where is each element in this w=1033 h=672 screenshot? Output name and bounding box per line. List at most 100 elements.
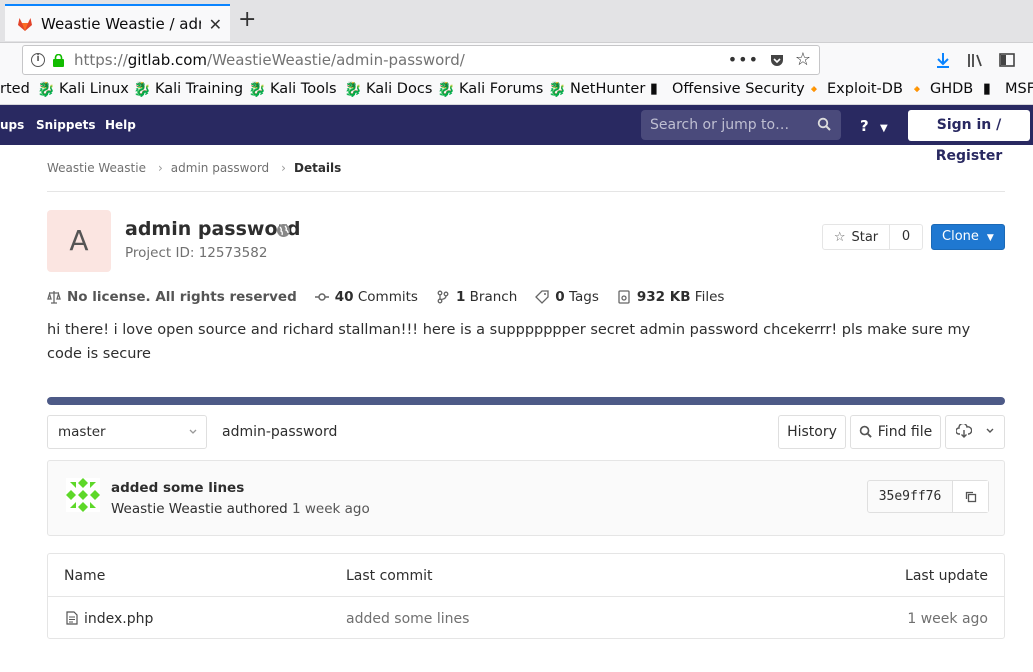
nav-item-help[interactable]: Help <box>105 118 136 132</box>
breadcrumb-item[interactable]: Weastie Weastie <box>47 161 146 175</box>
sidebar-icon[interactable] <box>998 51 1016 69</box>
bookmark-item[interactable]: ▮ MSF <box>983 81 1033 97</box>
star-button[interactable]: ☆ Star 0 <box>822 224 923 250</box>
bookmark-item[interactable]: 🔸 GHDB <box>908 81 973 98</box>
author-avatar[interactable] <box>66 478 100 512</box>
commit-sha[interactable]: 35e9ff76 <box>868 481 953 512</box>
file-name-cell[interactable]: index.php <box>66 611 153 627</box>
bookmark-label: Kali Training <box>155 81 244 97</box>
file-name: index.php <box>84 611 154 627</box>
commit-sha-group: 35e9ff76 <box>867 480 989 513</box>
find-file-label: Find file <box>877 424 933 440</box>
lock-icon[interactable] <box>53 53 64 67</box>
tags-stat[interactable]: 0 Tags <box>535 289 599 305</box>
project-title: admin password <box>125 218 301 240</box>
url-text[interactable]: https://gitlab.com/WeastieWeastie/admin-… <box>74 51 465 69</box>
bookmark-label: NetHunter <box>570 81 646 97</box>
bookmark-label: Kali Docs <box>366 81 433 97</box>
commit-author[interactable]: Weastie Weastie <box>111 501 222 517</box>
column-header-last-update: Last update <box>905 568 988 584</box>
commits-stat[interactable]: 40 Commits <box>314 289 418 305</box>
chevron-down-icon <box>986 428 994 433</box>
browser-tab[interactable]: Weastie Weastie / admin-password ✕ <box>5 4 230 41</box>
kali-dragon-icon: 🐉 <box>548 82 567 98</box>
download-icon[interactable] <box>934 51 952 69</box>
close-tab-icon[interactable]: ✕ <box>209 15 222 34</box>
bookmark-star-icon[interactable]: ☆ <box>795 49 811 70</box>
page-actions-icon[interactable]: ••• <box>728 50 759 69</box>
bookmark-item[interactable]: 🐉 Kali Docs <box>344 81 433 98</box>
files-label: Files <box>694 289 725 305</box>
sign-in-button[interactable]: Sign in / Register <box>908 110 1030 164</box>
chevron-down-icon: ▼ <box>986 233 994 243</box>
commit-icon <box>314 293 329 301</box>
file-last-commit[interactable]: added some lines <box>346 611 469 627</box>
bookmark-item[interactable]: 🔸 Exploit-DB <box>805 81 903 98</box>
bookmark-label: Kali Forums <box>459 81 544 97</box>
files-size: 932 KB <box>636 289 691 305</box>
clone-label: Clone <box>942 229 979 244</box>
bookmark-item[interactable]: 🐉 Kali Tools <box>248 81 337 98</box>
project-stats: No license. All rights reserved 40 Commi… <box>47 289 742 305</box>
search-input[interactable]: Search or jump to… <box>641 110 841 140</box>
exploit-db-icon: 🔸 <box>805 82 824 98</box>
breadcrumb-separator: › <box>157 161 163 175</box>
branch-stat[interactable]: 1 Branch <box>436 289 517 305</box>
bookmark-item[interactable]: ▮ Offensive Security <box>650 81 805 97</box>
star-toggle[interactable]: ☆ Star <box>823 225 890 249</box>
commit-title[interactable]: added some lines <box>111 480 244 496</box>
column-header-name: Name <box>64 568 106 584</box>
disk-icon <box>618 290 630 304</box>
library-icon[interactable] <box>966 51 984 69</box>
cloud-download-icon <box>955 422 973 438</box>
new-tab-icon[interactable]: + <box>238 9 256 31</box>
breadcrumb-item[interactable]: admin password <box>171 161 269 175</box>
bookmark-item[interactable]: 🐉 Kali Forums <box>437 81 544 98</box>
star-count[interactable]: 0 <box>890 225 922 249</box>
license-stat: No license. All rights reserved <box>47 289 297 305</box>
bookmark-item[interactable]: rted <box>0 81 30 97</box>
last-commit-panel: added some lines Weastie Weastie authore… <box>47 460 1005 536</box>
breadcrumb: Weastie Weastie › admin password › Details <box>47 161 345 175</box>
breadcrumb-current[interactable]: Details <box>294 161 341 175</box>
branch-icon <box>437 290 449 304</box>
search-placeholder: Search or jump to… <box>650 117 790 133</box>
history-button[interactable]: History <box>778 415 846 449</box>
tag-icon <box>535 290 549 304</box>
help-dropdown[interactable]: ? ▼ <box>860 117 888 135</box>
clone-button[interactable]: Clone ▼ <box>931 224 1005 250</box>
bookmark-item[interactable]: 🐉 Kali Linux <box>37 81 129 98</box>
table-row[interactable]: index.php added some lines 1 week ago <box>48 596 1004 639</box>
bookmark-item[interactable]: 🐉 Kali Training <box>133 81 244 98</box>
star-label: Star <box>851 229 879 245</box>
chevron-down-icon: ▼ <box>879 123 888 134</box>
star-icon: ☆ <box>833 229 846 245</box>
url-bar[interactable]: i https://gitlab.com/WeastieWeastie/admi… <box>22 45 820 75</box>
divider <box>47 191 1005 192</box>
bookmark-label: Kali Linux <box>59 81 129 97</box>
column-header-last-commit: Last commit <box>346 568 433 584</box>
commit-authored-label: authored <box>226 501 288 517</box>
commit-time: 1 week ago <box>292 501 370 517</box>
nav-item-snippets[interactable]: Snippets <box>36 118 96 132</box>
pocket-icon[interactable] <box>769 52 785 68</box>
nav-item-groups[interactable]: ups <box>0 118 24 132</box>
files-stat[interactable]: 932 KB Files <box>617 289 725 305</box>
offsec-icon: ▮ <box>650 81 658 97</box>
repo-path[interactable]: admin-password <box>222 424 337 440</box>
branch-select[interactable]: master <box>47 415 207 449</box>
download-dropdown[interactable] <box>945 415 1005 449</box>
info-icon[interactable]: i <box>31 53 45 67</box>
copy-sha-button[interactable] <box>953 481 988 512</box>
branch-count: 1 <box>455 289 466 305</box>
branch-label: Branch <box>469 289 518 305</box>
find-file-button[interactable]: Find file <box>850 415 941 449</box>
bookmark-label: rted <box>0 81 30 97</box>
bookmark-label: Kali Tools <box>270 81 337 97</box>
commits-label: Commits <box>357 289 418 305</box>
bookmark-label: Offensive Security <box>672 81 805 97</box>
bookmark-item[interactable]: 🐉 NetHunter <box>548 81 646 98</box>
kali-dragon-icon: 🐉 <box>437 82 456 98</box>
url-domain: gitlab.com <box>127 51 208 69</box>
commit-author-line: Weastie Weastie authored 1 week ago <box>111 501 370 517</box>
